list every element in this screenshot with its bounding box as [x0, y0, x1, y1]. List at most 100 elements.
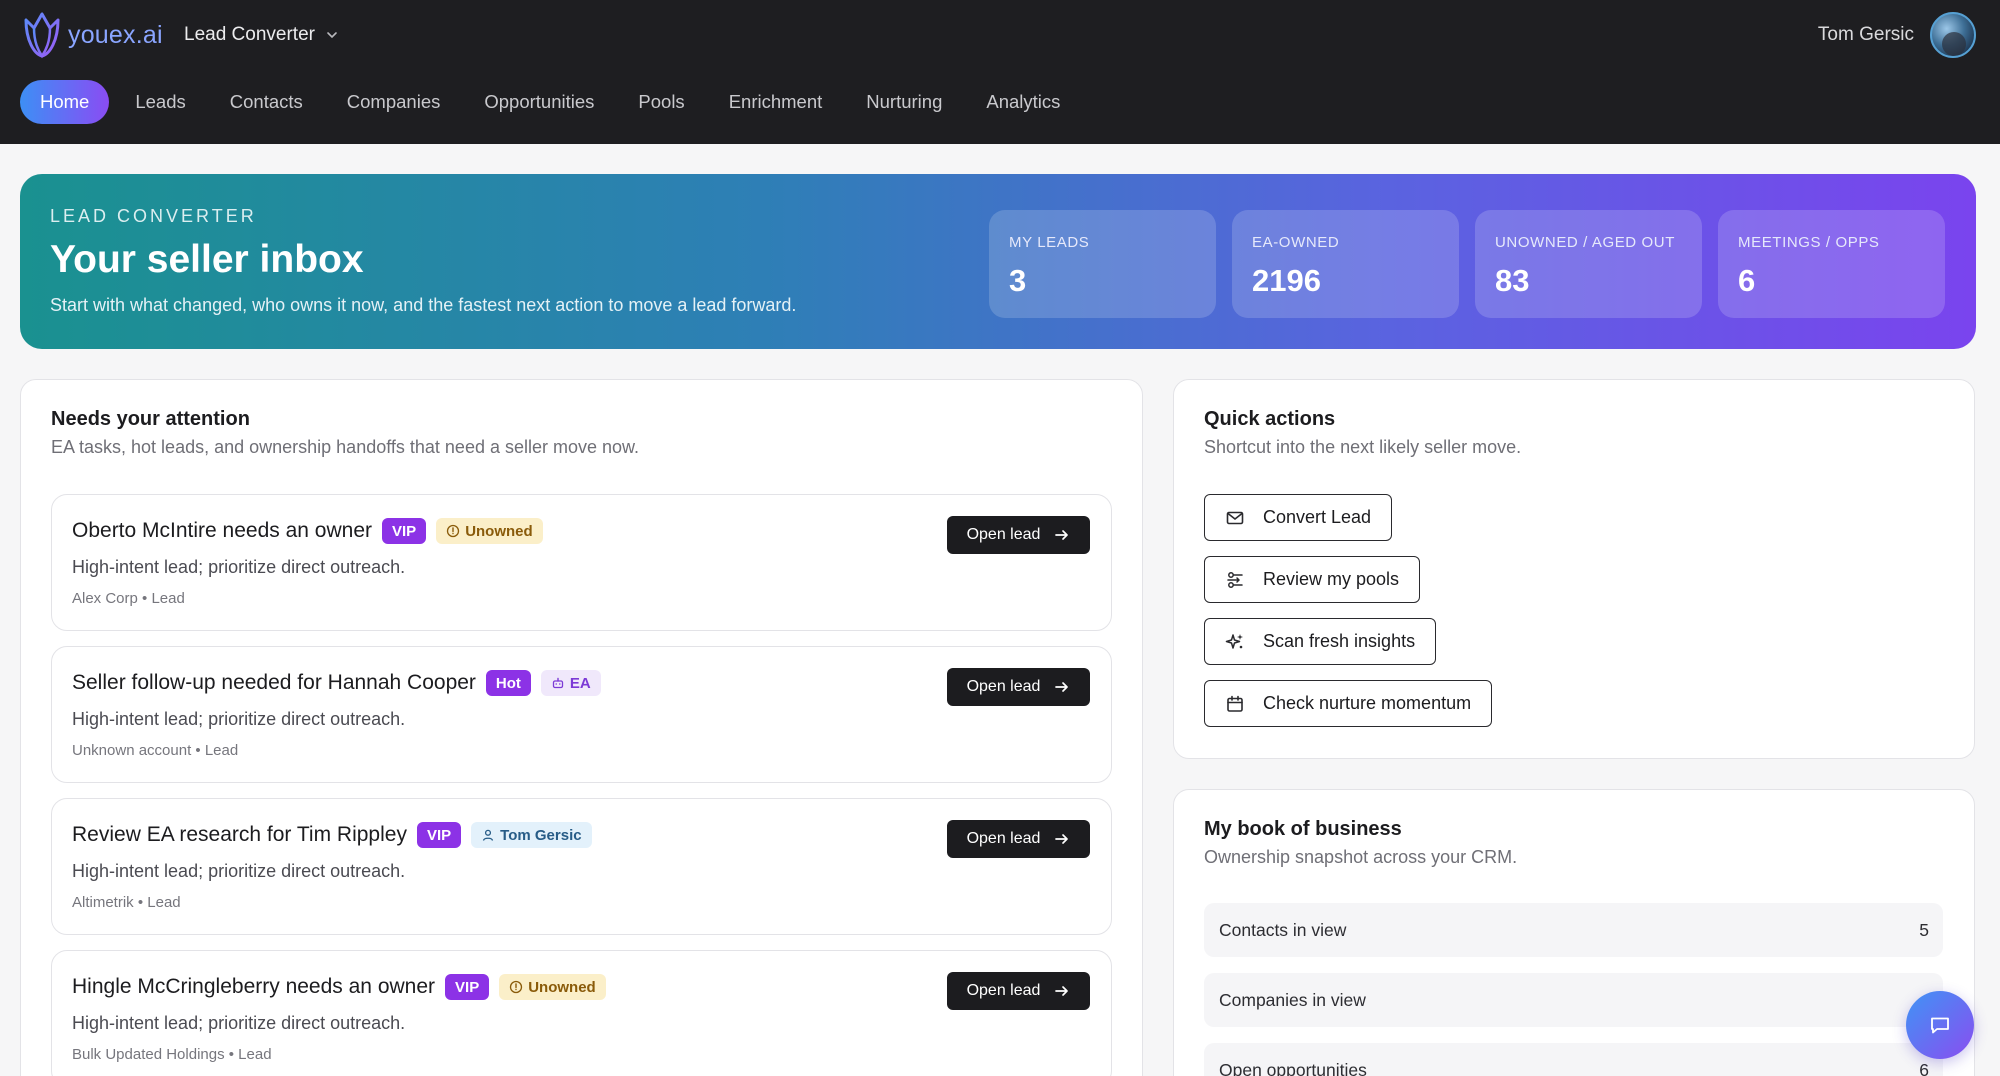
attention-item-title: Hingle McCringleberry needs an owner [72, 975, 436, 998]
book-row-label: Open opportunities [1219, 1060, 1367, 1076]
sparkles-icon [1225, 633, 1243, 649]
stat-value: 3 [1009, 263, 1027, 298]
alert-circle-icon [447, 524, 460, 538]
nav-item-leads[interactable]: Leads [113, 80, 207, 124]
book-row-label: Companies in view [1219, 990, 1366, 1010]
nav-item-companies[interactable]: Companies [325, 80, 463, 124]
chat-button[interactable] [1906, 991, 1974, 1059]
quick-actions-title: Quick actions [1204, 408, 1336, 430]
button-label: Review my pools [1263, 569, 1400, 589]
stat-label: EA-OWNED [1252, 234, 1340, 251]
hot-badge: Hot [485, 670, 531, 696]
attention-item-meta: Alex Corp • Lead [72, 590, 185, 607]
alert-circle-icon [510, 980, 523, 994]
mail-icon [1226, 511, 1244, 524]
nav-item-pools[interactable]: Pools [616, 80, 706, 124]
book-row-opportunities[interactable]: Open opportunities 6 [1204, 1043, 1943, 1076]
open-lead-button[interactable]: Open lead [947, 820, 1090, 858]
scan-insights-button[interactable]: Scan fresh insights [1204, 618, 1437, 665]
book-row-contacts[interactable]: Contacts in view 5 [1204, 903, 1943, 957]
attention-item-title: Seller follow-up needed for Hannah Coope… [72, 671, 476, 694]
attention-title: Needs your attention [51, 408, 250, 430]
book-subtitle: Ownership snapshot across your CRM. [1204, 847, 1518, 867]
attention-item-description: High-intent lead; prioritize direct outr… [72, 861, 406, 881]
avatar[interactable] [1930, 12, 1976, 58]
badge-label: Unowned [465, 522, 533, 540]
ea-badge: EA [540, 670, 601, 696]
nav-item-analytics[interactable]: Analytics [964, 80, 1082, 124]
app-switcher-label: Lead Converter [184, 24, 315, 45]
convert-lead-button[interactable]: Convert Lead [1204, 494, 1393, 541]
badge-label: Tom Gersic [500, 826, 582, 844]
stat-label: MEETINGS / OPPS [1738, 234, 1880, 251]
nav-item-nurturing[interactable]: Nurturing [844, 80, 964, 124]
attention-item-header: Seller follow-up needed for Hannah Coope… [72, 669, 601, 697]
app-switcher[interactable]: Lead Converter [184, 22, 339, 48]
chat-bubble-icon [1931, 1017, 1949, 1034]
vip-badge: VIP [445, 974, 490, 1000]
button-label: Check nurture momentum [1263, 693, 1472, 713]
stat-value: 2196 [1252, 263, 1321, 298]
open-lead-button[interactable]: Open lead [947, 668, 1090, 706]
arrow-right-icon [1055, 986, 1069, 996]
button-label: Scan fresh insights [1263, 631, 1416, 651]
book-row-companies[interactable]: Companies in view [1204, 973, 1943, 1027]
attention-card: Needs your attention EA tasks, hot leads… [20, 379, 1143, 1076]
hero-eyebrow: LEAD CONVERTER [50, 206, 257, 226]
attention-item[interactable]: Review EA research for Tim Rippley VIP T… [51, 798, 1112, 935]
user-icon [483, 829, 494, 841]
attention-item-title: Oberto McIntire needs an owner [72, 519, 372, 542]
nav-item-enrichment[interactable]: Enrichment [707, 80, 845, 124]
open-lead-button[interactable]: Open lead [947, 516, 1090, 554]
attention-item[interactable]: Seller follow-up needed for Hannah Coope… [51, 646, 1112, 783]
book-of-business-card: My book of business Ownership snapshot a… [1173, 789, 1975, 1076]
nav-item-home[interactable]: Home [20, 80, 110, 124]
attention-item-header: Review EA research for Tim Rippley VIP T… [72, 821, 592, 849]
stat-ea-owned[interactable]: EA-OWNED 2196 [1232, 210, 1459, 318]
attention-subtitle: EA tasks, hot leads, and ownership hando… [51, 437, 640, 457]
nav-item-contacts[interactable]: Contacts [208, 80, 325, 124]
open-lead-label: Open lead [966, 982, 1041, 999]
badge-label: EA [569, 674, 591, 692]
attention-item-header: Hingle McCringleberry needs an owner VIP… [72, 973, 606, 1001]
check-nurture-button[interactable]: Check nurture momentum [1204, 680, 1493, 727]
pools-icon [1227, 571, 1243, 588]
tulip-logo-icon [24, 12, 60, 59]
user-name: Tom Gersic [1817, 24, 1914, 45]
quick-actions-card: Quick actions Shortcut into the next lik… [1173, 379, 1975, 759]
stat-my-leads[interactable]: MY LEADS 3 [989, 210, 1216, 318]
user-menu[interactable]: Tom Gersic [1818, 12, 1976, 58]
attention-item-header: Oberto McIntire needs an owner VIP Unown… [72, 517, 543, 545]
book-row-value: 6 [1919, 1060, 1929, 1076]
review-pools-button[interactable]: Review my pools [1204, 556, 1421, 603]
attention-item-meta: Altimetrik • Lead [72, 894, 181, 911]
nav-item-opportunities[interactable]: Opportunities [462, 80, 616, 124]
unowned-badge: Unowned [436, 518, 543, 544]
stat-value: 83 [1495, 263, 1530, 298]
arrow-right-icon [1055, 834, 1069, 844]
open-lead-label: Open lead [966, 526, 1041, 543]
robot-icon [552, 677, 564, 689]
attention-item[interactable]: Hingle McCringleberry needs an owner VIP… [51, 950, 1112, 1076]
attention-item-description: High-intent lead; prioritize direct outr… [72, 709, 406, 729]
attention-item-title: Review EA research for Tim Rippley [72, 823, 407, 846]
attention-item-meta: Bulk Updated Holdings • Lead [72, 1046, 272, 1063]
brand-logo[interactable]: youex.ai [20, 10, 163, 60]
main-nav: Home Leads Contacts Companies Opportunit… [20, 80, 1082, 124]
book-row-value: 5 [1919, 920, 1929, 940]
page-title: Your seller inbox [50, 238, 364, 281]
chevron-down-icon [327, 32, 337, 39]
stat-label: UNOWNED / AGED OUT [1495, 234, 1675, 251]
open-lead-button[interactable]: Open lead [947, 972, 1090, 1010]
calendar-icon [1227, 695, 1243, 712]
attention-item[interactable]: Oberto McIntire needs an owner VIP Unown… [51, 494, 1112, 631]
top-bar: youex.ai Lead Converter Tom Gersic Home … [0, 0, 2000, 144]
stat-unowned-aged-out[interactable]: UNOWNED / AGED OUT 83 [1475, 210, 1702, 318]
hero-subtitle: Start with what changed, who owns it now… [50, 295, 797, 315]
vip-badge: VIP [416, 822, 462, 848]
hero-banner: LEAD CONVERTER Your seller inbox Start w… [20, 174, 1976, 349]
owner-badge: Tom Gersic [471, 822, 592, 848]
arrow-right-icon [1055, 682, 1069, 692]
book-row-label: Contacts in view [1219, 920, 1347, 940]
stat-meetings-opps[interactable]: MEETINGS / OPPS 6 [1718, 210, 1945, 318]
